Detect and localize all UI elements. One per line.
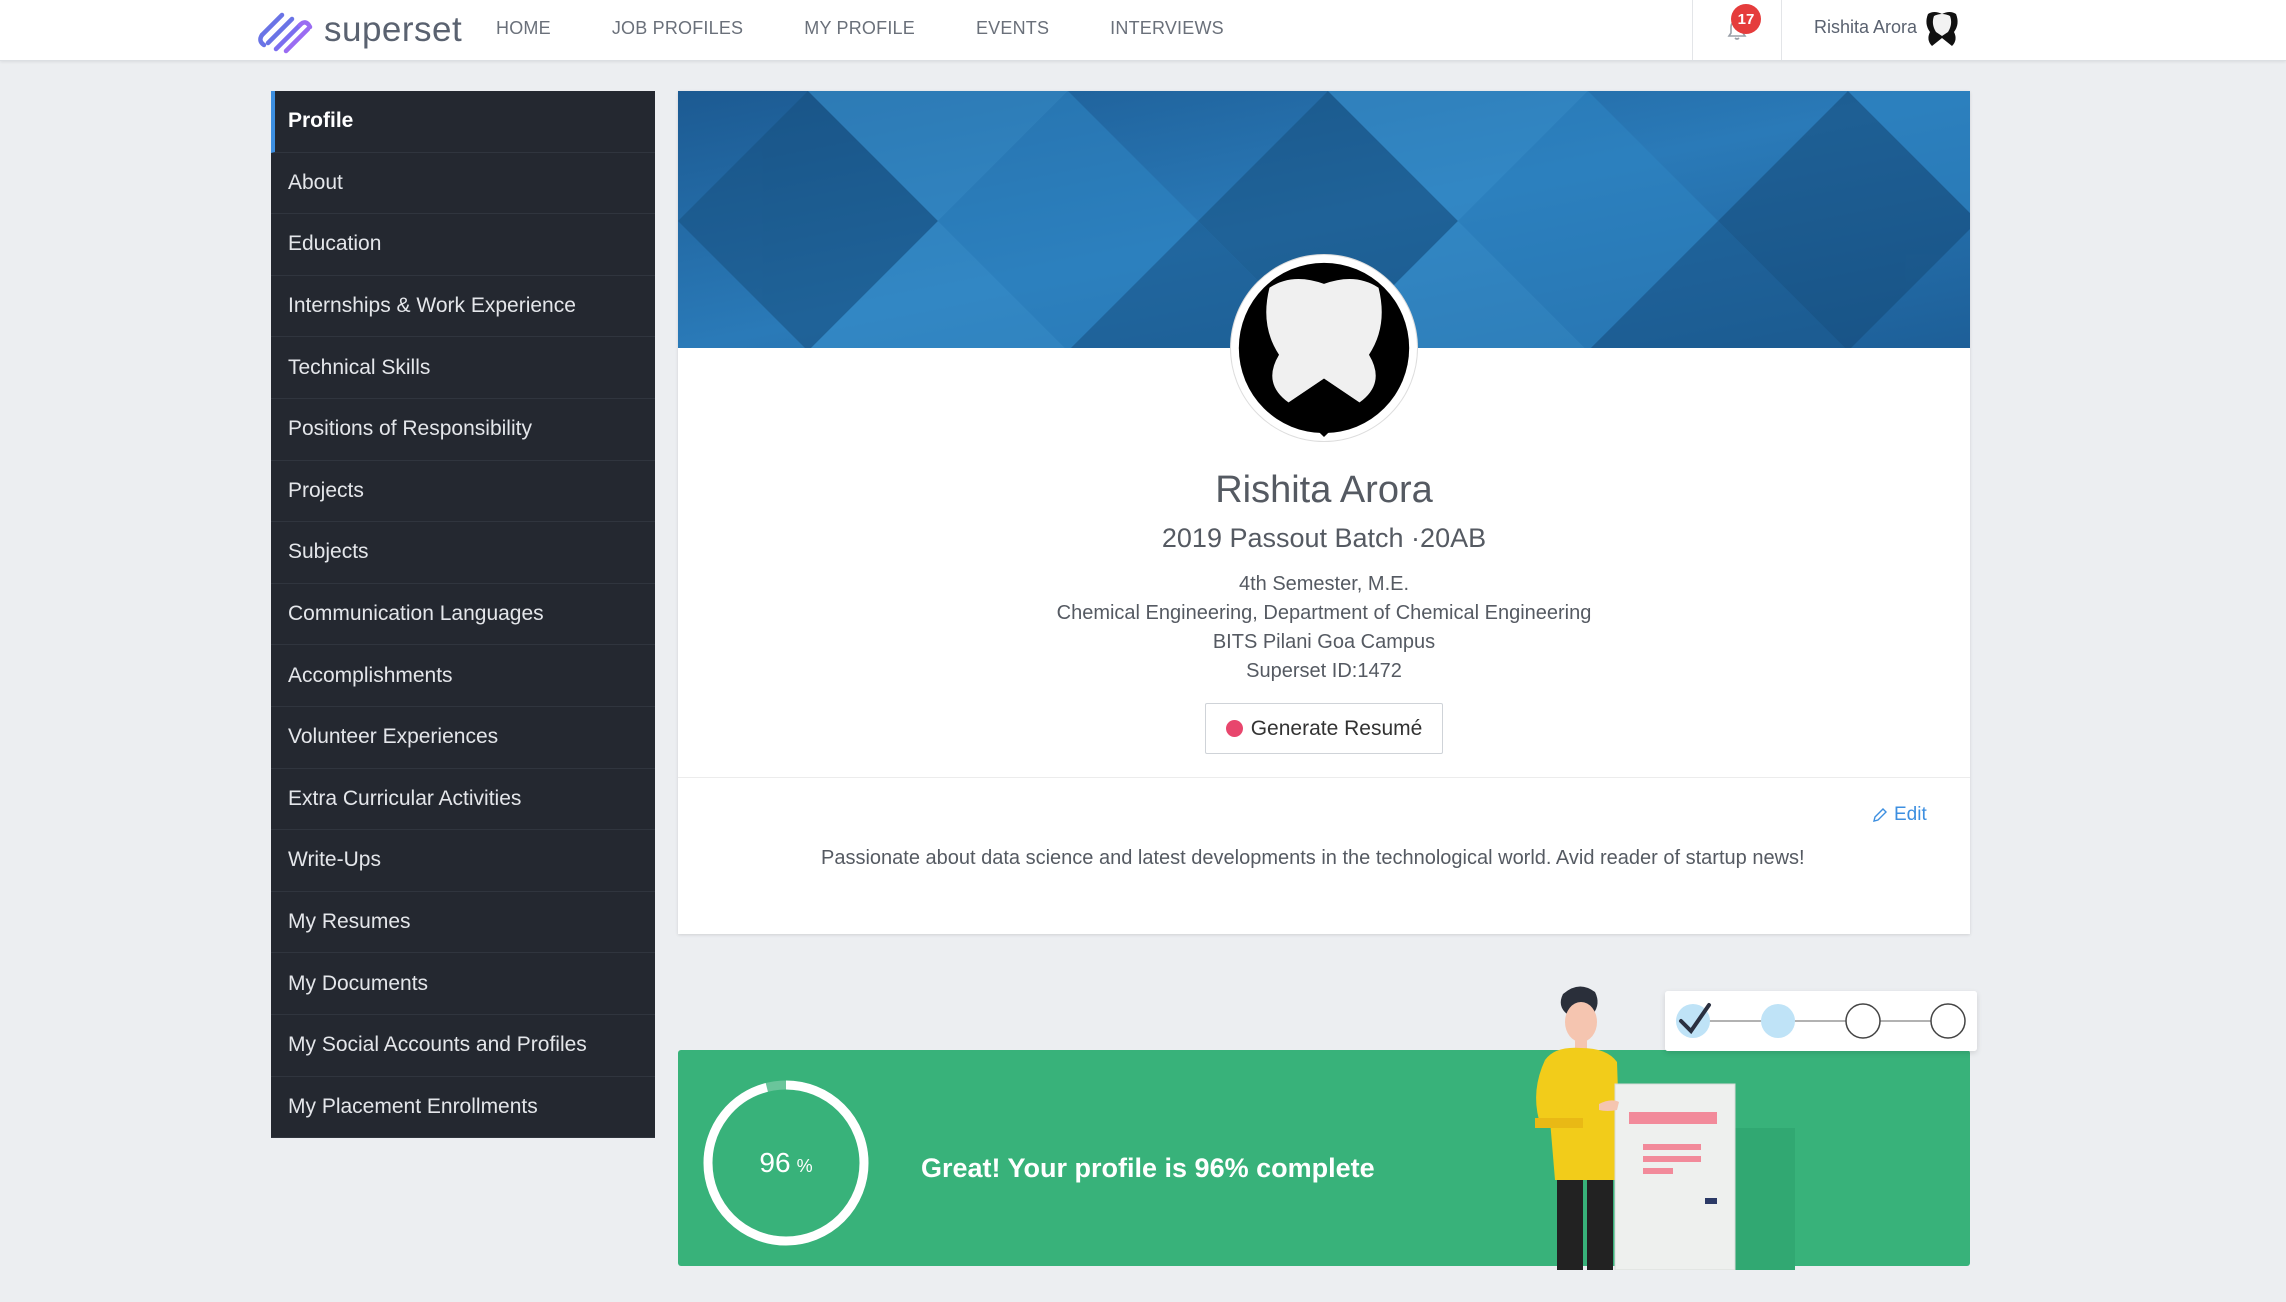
- sidebar-item-projects[interactable]: Projects: [271, 461, 655, 523]
- sidebar-item-positions[interactable]: Positions of Responsibility: [271, 399, 655, 461]
- profile-card: Rishita Arora 2019 Passout Batch ·20AB 4…: [678, 91, 1970, 934]
- sidebar-item-internships[interactable]: Internships & Work Experience: [271, 276, 655, 338]
- top-navbar: superset HOME JOB PROFILES MY PROFILE EV…: [0, 0, 2286, 61]
- about-text: Passionate about data science and latest…: [821, 847, 1805, 869]
- profile-semester: 4th Semester, M.E.: [1238, 573, 1410, 595]
- generate-resume-button[interactable]: Generate Resumé: [1205, 703, 1443, 754]
- sidebar-item-accomplishments[interactable]: Accomplishments: [271, 645, 655, 707]
- sidebar-item-placement-enrollments[interactable]: My Placement Enrollments: [271, 1077, 655, 1139]
- sidebar-item-extracurricular[interactable]: Extra Curricular Activities: [271, 769, 655, 831]
- notification-count-badge: 17: [1731, 4, 1761, 34]
- nav-job-profiles[interactable]: JOB PROFILES: [612, 18, 743, 39]
- profile-sidebar: Profile About Education Internships & Wo…: [271, 91, 655, 1139]
- record-dot-icon: [1225, 720, 1243, 737]
- nav-interviews[interactable]: INTERVIEWS: [1110, 18, 1224, 39]
- sidebar-item-languages[interactable]: Communication Languages: [271, 584, 655, 646]
- completion-message: Great! Your profile is 96% complete: [921, 1153, 1375, 1183]
- user-avatar-icon[interactable]: [1920, 6, 1964, 50]
- profile-campus: BITS Pilani Goa Campus: [1212, 631, 1436, 653]
- generate-resume-label: Generate Resumé: [1250, 716, 1423, 740]
- brand-name: superset: [324, 10, 463, 49]
- superset-logo[interactable]: superset: [256, 5, 462, 55]
- section-divider: [678, 777, 1970, 778]
- sidebar-item-social-accounts[interactable]: My Social Accounts and Profiles: [271, 1015, 655, 1077]
- sidebar-item-profile[interactable]: Profile: [271, 91, 655, 153]
- profile-department: Chemical Engineering, Department of Chem…: [1056, 602, 1592, 624]
- profile-superset-id: Superset ID:1472: [1246, 660, 1402, 682]
- profile-name: Rishita Arora: [1215, 469, 1433, 511]
- sidebar-item-write-ups[interactable]: Write-Ups: [271, 830, 655, 892]
- completion-percent-unit: %: [796, 1155, 813, 1176]
- sidebar-item-volunteer[interactable]: Volunteer Experiences: [271, 707, 655, 769]
- completion-percent: 96%: [700, 1077, 872, 1249]
- completion-percent-value: 96: [759, 1147, 791, 1178]
- profile-batch: 2019 Passout Batch ·20AB: [1161, 523, 1487, 553]
- header-user-area: 17 Rishita Arora: [1692, 0, 2286, 60]
- pencil-icon: [1873, 808, 1887, 822]
- edit-about-link[interactable]: Edit: [1871, 804, 1927, 826]
- sidebar-item-subjects[interactable]: Subjects: [271, 522, 655, 584]
- header-user-name[interactable]: Rishita Arora: [1814, 17, 1917, 38]
- superset-logo-icon: [258, 12, 313, 54]
- main-nav: HOME JOB PROFILES MY PROFILE EVENTS INTE…: [496, 0, 1285, 56]
- progress-stepper: [1665, 991, 1977, 1051]
- sidebar-item-about[interactable]: About: [271, 153, 655, 215]
- nav-events[interactable]: EVENTS: [976, 18, 1049, 39]
- profile-avatar[interactable]: [1231, 255, 1417, 441]
- sidebar-item-resumes[interactable]: My Resumes: [271, 892, 655, 954]
- sidebar-item-technical-skills[interactable]: Technical Skills: [271, 337, 655, 399]
- nav-my-profile[interactable]: MY PROFILE: [804, 18, 915, 39]
- nav-home[interactable]: HOME: [496, 18, 551, 39]
- sidebar-item-education[interactable]: Education: [271, 214, 655, 276]
- edit-label: Edit: [1894, 804, 1927, 825]
- notifications-button[interactable]: 17: [1692, 0, 1782, 60]
- sidebar-item-documents[interactable]: My Documents: [271, 953, 655, 1015]
